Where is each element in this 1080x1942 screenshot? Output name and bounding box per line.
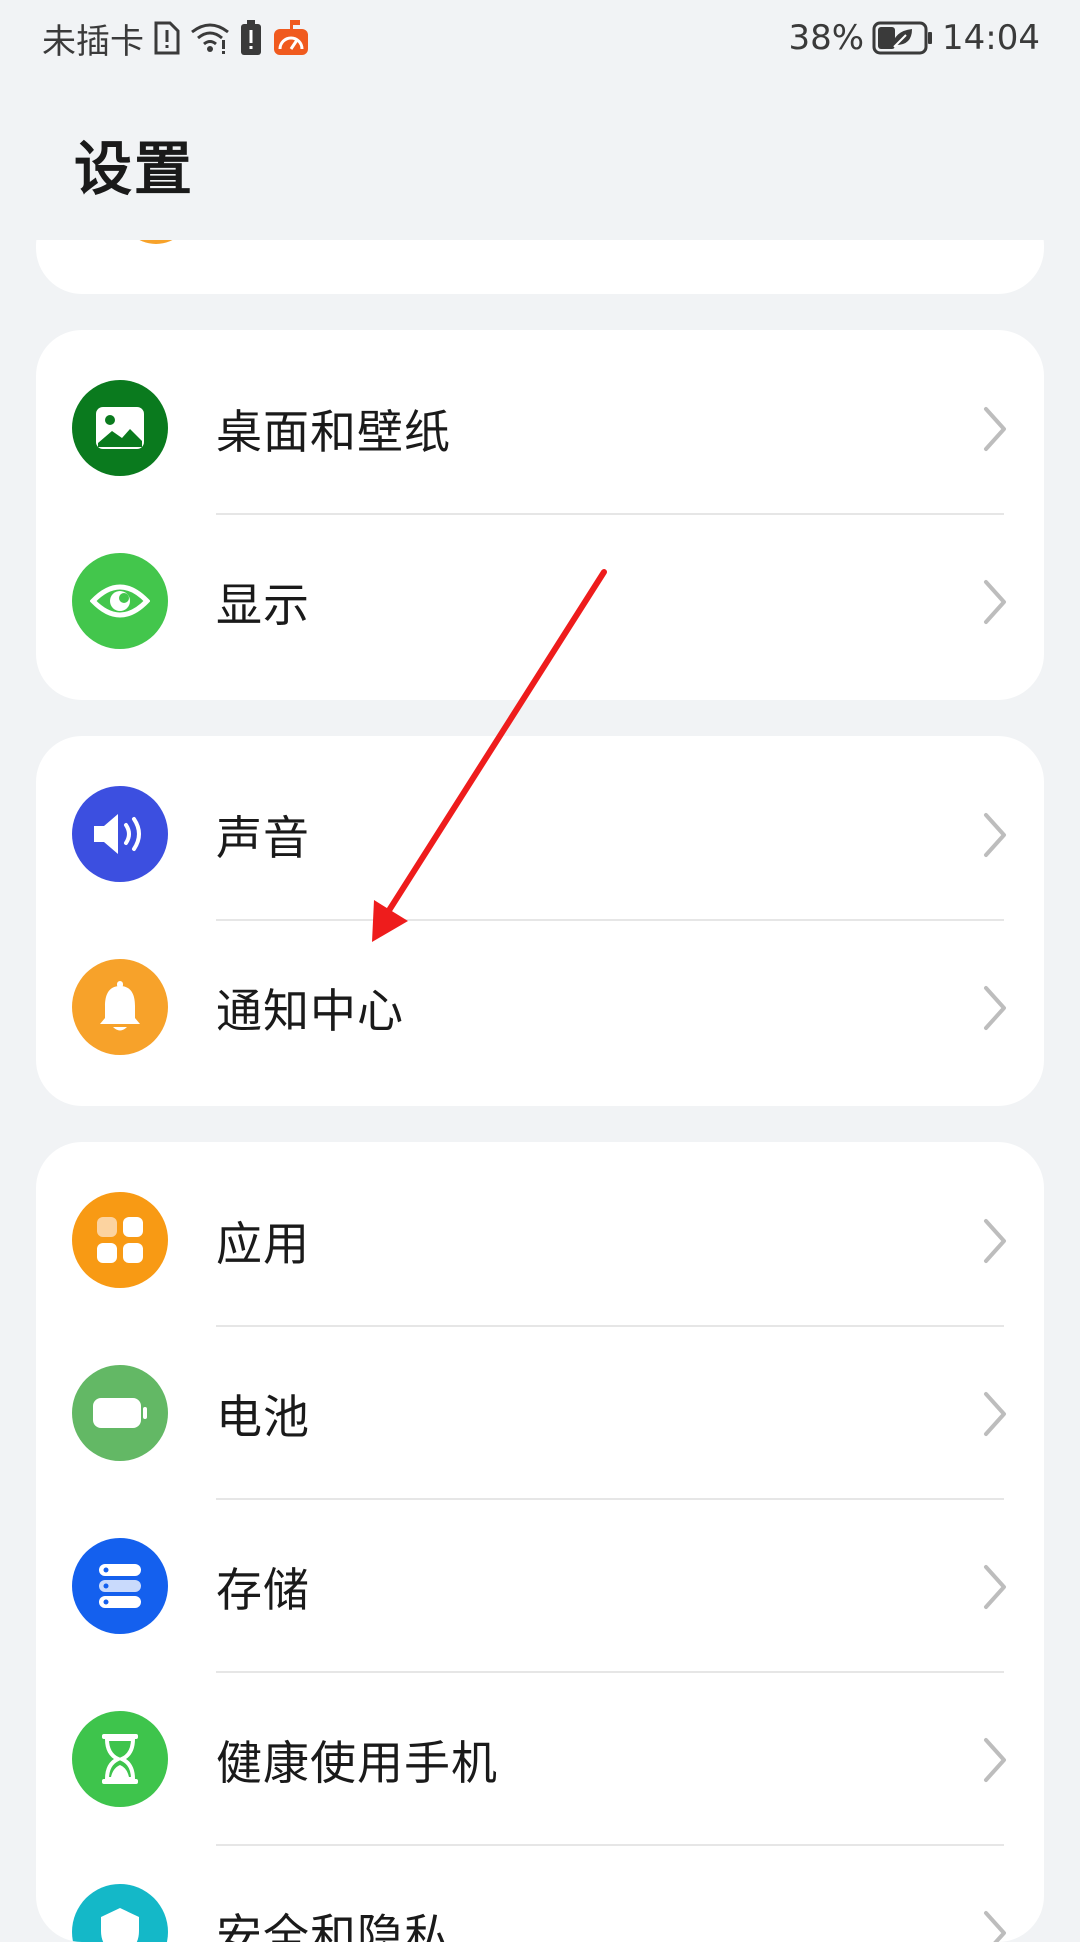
storage-icon: [72, 1538, 168, 1634]
wallpaper-icon: [72, 380, 168, 476]
settings-item-storage[interactable]: 存储: [36, 1500, 1044, 1673]
battery-icon: [72, 1365, 168, 1461]
chevron-right-icon: [984, 1392, 1006, 1436]
settings-item-sound[interactable]: 声音: [36, 748, 1044, 921]
hourglass-icon: [72, 1711, 168, 1807]
settings-item-apps[interactable]: 应用: [36, 1154, 1044, 1327]
settings-item-security-privacy[interactable]: 安全和隐私: [36, 1846, 1044, 1942]
settings-item-label: 通知中心: [216, 983, 404, 1038]
speaker-icon: [72, 786, 168, 882]
settings-item-label: 存储: [216, 1562, 310, 1617]
settings-item-label: 安全和隐私: [216, 1908, 451, 1942]
chevron-right-icon: [984, 986, 1006, 1030]
settings-item-label: 声音: [216, 810, 310, 865]
partial-card-wrapper: [0, 240, 1080, 300]
bell-icon: [72, 959, 168, 1055]
eye-icon: [72, 553, 168, 649]
settings-item-display[interactable]: 显示: [36, 515, 1044, 688]
settings-item-notification-center[interactable]: 通知中心: [36, 921, 1044, 1094]
partial-item-icon: [120, 240, 192, 244]
settings-group-2: 声音 通知中心: [36, 736, 1044, 1106]
partial-card-top: [36, 240, 1044, 294]
settings-item-label: 健康使用手机: [216, 1735, 498, 1790]
scroll-clip-top: [0, 0, 1080, 240]
settings-item-label: 桌面和壁纸: [216, 404, 451, 459]
chevron-right-icon: [984, 580, 1006, 624]
chevron-right-icon: [984, 1738, 1006, 1782]
settings-item-battery[interactable]: 电池: [36, 1327, 1044, 1500]
settings-group-3: 应用 电池 存储 健康使用手机 安全和隐私: [36, 1142, 1044, 1942]
chevron-right-icon: [984, 1219, 1006, 1263]
settings-item-label: 应用: [216, 1216, 310, 1271]
shield-icon: [72, 1884, 168, 1942]
settings-item-label: 电池: [216, 1389, 310, 1444]
settings-item-digital-balance[interactable]: 健康使用手机: [36, 1673, 1044, 1846]
chevron-right-icon: [984, 1565, 1006, 1609]
apps-grid-icon: [72, 1192, 168, 1288]
settings-group-1: 桌面和壁纸 显示: [36, 330, 1044, 700]
chevron-right-icon: [984, 407, 1006, 451]
chevron-right-icon: [984, 813, 1006, 857]
settings-item-label: 显示: [216, 577, 310, 632]
chevron-right-icon: [984, 1911, 1006, 1942]
settings-item-desktop-wallpaper[interactable]: 桌面和壁纸: [36, 342, 1044, 515]
